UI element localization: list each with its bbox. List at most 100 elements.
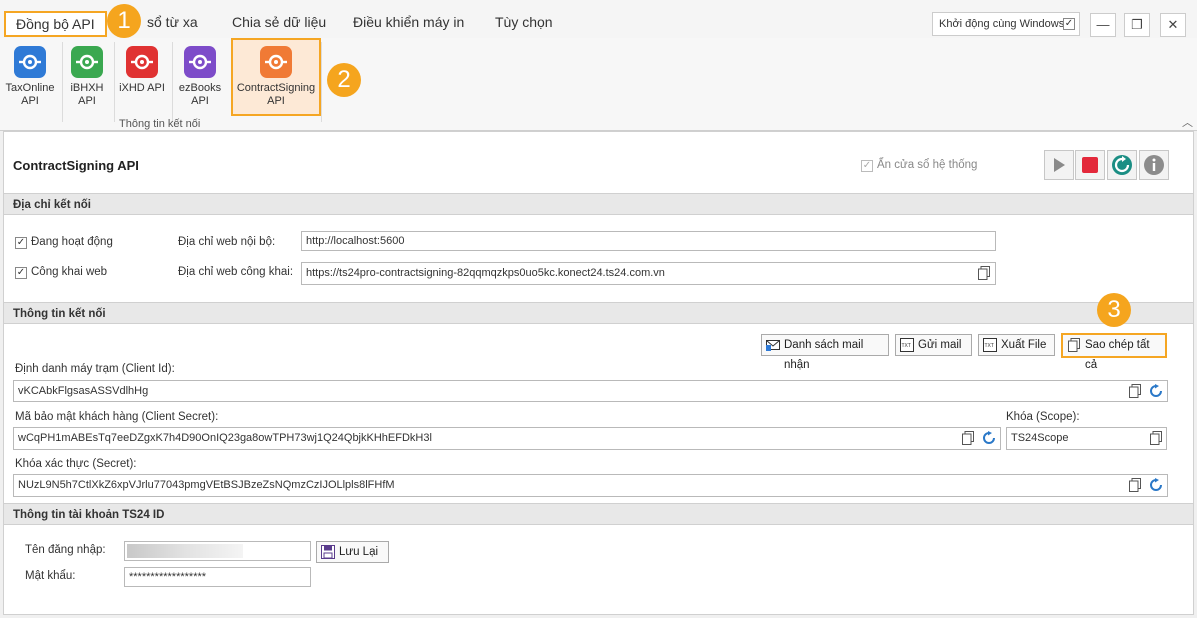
taxonline-label-2: API [21, 95, 39, 107]
public-web-checkbox[interactable]: ✓ [15, 267, 27, 279]
public-address-field[interactable]: https://ts24pro-contractsigning-82qqmqzk… [301, 262, 996, 285]
startup-toggle[interactable]: Khởi động cùng Windows ✓ [932, 12, 1080, 36]
active-label: Đang hoạt động [31, 236, 113, 248]
save-button[interactable]: Lưu Lại [316, 541, 389, 563]
taxonline-api-button[interactable]: TaxOnline API [4, 41, 56, 108]
local-address-field[interactable]: http://localhost:5600 [301, 231, 996, 251]
copy-icon[interactable] [1150, 431, 1162, 445]
address-section-header: Địa chỉ kết nối [4, 193, 1193, 215]
save-label: Lưu Lại [339, 546, 379, 558]
regenerate-icon[interactable] [1149, 384, 1163, 398]
ibhxh-label-2: API [78, 95, 96, 107]
ezbooks-api-button[interactable]: ezBooks API [174, 41, 226, 108]
connection-section-header: Thông tin kết nối [4, 302, 1193, 324]
restore-button[interactable]: ❐ [1124, 13, 1150, 37]
ribbon-separator [114, 42, 115, 122]
play-button[interactable] [1044, 150, 1074, 180]
taxonline-label-1: TaxOnline [5, 82, 55, 94]
tab-chia-se-du-lieu[interactable]: Chia sẻ dữ liệu [232, 10, 326, 34]
export-file-button[interactable]: TXT Xuất File [978, 334, 1055, 356]
client-id-field[interactable]: vKCAbkFlgsasASSVdlhHg [13, 380, 1168, 402]
ribbon: TaxOnline API iBHXH API iXHD API ezBooks… [0, 38, 1197, 131]
startup-label: Khởi động cùng Windows [939, 18, 1065, 30]
username-label: Tên đăng nhập: [25, 544, 106, 556]
copy-icon[interactable] [1129, 478, 1141, 492]
api-plug-icon [126, 46, 158, 78]
api-plug-icon [14, 46, 46, 78]
tab-so-tu-xa[interactable]: sổ từ xa [147, 10, 198, 34]
ezbooks-label-1: ezBooks [178, 82, 222, 94]
hide-tray-label: Ẩn cửa sổ hệ thống [877, 159, 978, 171]
ezbooks-label-2: API [191, 95, 209, 107]
public-web-label: Công khai web [31, 266, 108, 278]
api-plug-icon [184, 46, 216, 78]
send-mail-label: Gửi mail [918, 339, 962, 351]
mail-list-button[interactable]: Danh sách mail nhận [761, 334, 889, 371]
public-address-label: Địa chỉ web công khai: [178, 266, 294, 278]
api-plug-icon [71, 46, 103, 78]
password-field[interactable]: ****************** [124, 567, 311, 587]
svg-text:TXT: TXT [985, 343, 994, 349]
hide-tray-checkbox[interactable]: ✓ [861, 160, 873, 172]
account-section-header: Thông tin tài khoản TS24 ID [4, 503, 1193, 525]
export-file-label: Xuất File [1001, 339, 1047, 351]
ibhxh-api-button[interactable]: iBHXH API [64, 41, 110, 108]
ribbon-separator [62, 42, 63, 122]
tab-tuy-chon[interactable]: Tùy chọn [495, 10, 553, 34]
scope-label: Khóa (Scope): [1006, 411, 1080, 423]
collapse-ribbon-icon[interactable]: ︿ [1182, 114, 1193, 130]
refresh-icon [1112, 155, 1132, 175]
step-badge-3: 3 [1097, 293, 1131, 327]
save-icon [321, 545, 335, 559]
copy-icon[interactable] [1129, 384, 1141, 398]
close-button[interactable]: ✕ [1160, 13, 1186, 37]
tab-dong-bo-api[interactable]: Đồng bộ API [4, 11, 107, 37]
ribbon-separator [172, 42, 173, 122]
username-field[interactable] [124, 541, 311, 561]
ixhd-label-1: iXHD API [119, 82, 165, 94]
copy-all-label: Sao chép tất cả [1085, 339, 1150, 371]
page-title: ContractSigning API [13, 158, 139, 173]
ibhxh-label-1: iBHXH [70, 82, 104, 94]
play-icon [1054, 158, 1065, 172]
contractsigning-api-button[interactable]: ContractSigning API [231, 38, 321, 116]
ribbon-group-label: Thông tin kết nối [119, 118, 201, 130]
secret-label: Khóa xác thực (Secret): [15, 458, 137, 470]
minimize-button[interactable]: — [1090, 13, 1116, 37]
step-badge-1: 1 [107, 4, 141, 38]
tab-dieu-khien-may-in[interactable]: Điều khiển máy in [353, 10, 464, 34]
password-label: Mật khẩu: [25, 570, 76, 582]
api-plug-icon [260, 46, 292, 78]
active-checkbox[interactable]: ✓ [15, 237, 27, 249]
secret-field[interactable]: NUzL9N5h7CtlXkZ6xpVJrlu77043pmgVEtBSJBze… [13, 474, 1168, 497]
mail-list-label: Danh sách mail nhận [784, 339, 864, 371]
txt-file-icon: TXT [900, 338, 914, 352]
contractsigning-label-1: ContractSigning [236, 82, 316, 94]
client-id-label: Định danh máy trạm (Client Id): [15, 363, 175, 375]
startup-checkbox[interactable]: ✓ [1063, 18, 1075, 30]
svg-text:TXT: TXT [902, 343, 911, 349]
ixhd-api-button[interactable]: iXHD API [116, 41, 168, 95]
stop-button[interactable] [1075, 150, 1105, 180]
copy-all-button[interactable]: Sao chép tất cả [1061, 333, 1167, 371]
info-button[interactable] [1139, 150, 1169, 180]
mail-list-icon [766, 340, 780, 351]
local-address-label: Địa chỉ web nội bộ: [178, 236, 276, 248]
client-secret-field[interactable]: wCqPH1mABEsTq7eeDZgxK7h4D90OnIQ23ga8owTP… [13, 427, 1001, 450]
client-secret-label: Mã bảo mật khách hàng (Client Secret): [15, 411, 219, 423]
ribbon-separator [321, 42, 322, 122]
copy-icon[interactable] [978, 266, 990, 280]
info-icon [1144, 155, 1164, 175]
copy-icon[interactable] [962, 431, 974, 445]
scope-field[interactable]: TS24Scope [1006, 427, 1167, 450]
step-badge-2: 2 [327, 63, 361, 97]
txt-file-icon: TXT [983, 338, 997, 352]
main-panel: ContractSigning API ✓ Ẩn cửa sổ hệ thống… [3, 131, 1194, 615]
send-mail-button[interactable]: TXT Gửi mail [895, 334, 972, 356]
redacted-username [127, 544, 243, 558]
regenerate-icon[interactable] [982, 431, 996, 445]
menu-bar: Đồng bộ API 1 sổ từ xa Chia sẻ dữ liệu Đ… [0, 0, 1197, 39]
regenerate-icon[interactable] [1149, 478, 1163, 492]
stop-icon [1082, 157, 1098, 173]
restart-button[interactable] [1107, 150, 1137, 180]
